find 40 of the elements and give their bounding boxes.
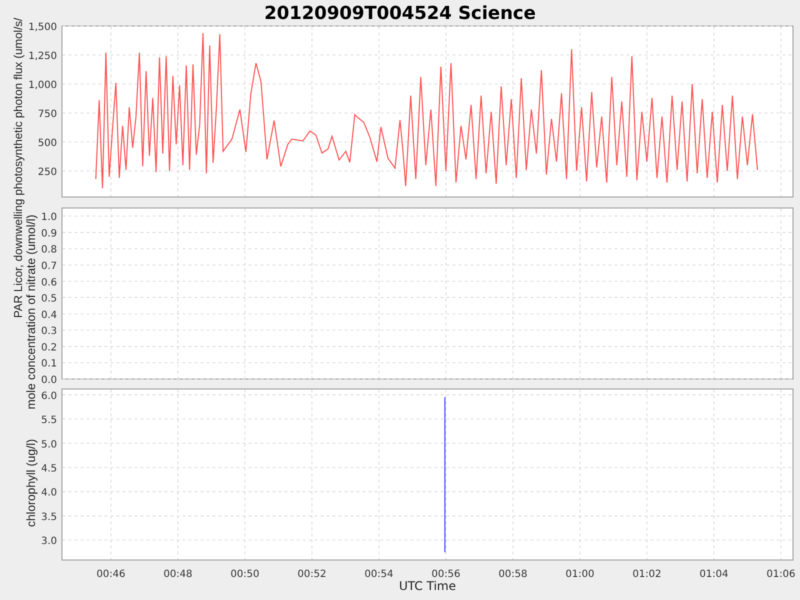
tick-label: 01:00 — [566, 569, 594, 580]
chart-title: 20120909T004524 Science — [264, 3, 536, 24]
tick-label: 00:54 — [364, 569, 394, 580]
axis-title: UTC Time — [399, 579, 456, 593]
tick-label: 0.9 — [41, 228, 57, 240]
tick-label: 6.0 — [41, 390, 57, 402]
tick-label: 5.0 — [41, 439, 57, 450]
tick-label: 4.0 — [41, 488, 57, 499]
tick-label: 0.0 — [41, 375, 57, 386]
tick-label: 01:06 — [766, 569, 796, 580]
tick-label: 500 — [38, 138, 57, 149]
tick-label: 01:04 — [700, 569, 728, 580]
tick-label: 1.0 — [41, 212, 57, 224]
tick-label: 0.5 — [41, 294, 57, 305]
tick-label: 250 — [38, 167, 57, 178]
tick-label: 1,250 — [28, 51, 57, 62]
tick-label: 0.8 — [41, 244, 57, 256]
axis-title: PAR Licor, downwelling photosynthetic photon flux (umol/s/ — [13, 18, 25, 318]
tick-label: 01:02 — [632, 569, 662, 580]
tick-label: 0.3 — [41, 326, 57, 338]
tick-label: 0.4 — [41, 310, 57, 321]
tick-label: 5.5 — [41, 415, 57, 426]
tick-label: 0.7 — [41, 261, 57, 272]
tick-label: 0.1 — [41, 358, 57, 370]
tick-label: 00:48 — [164, 569, 192, 580]
tick-label: 1,000 — [28, 80, 57, 91]
tick-label: 750 — [38, 109, 57, 120]
tick-label: 00:52 — [298, 569, 326, 580]
tick-label: 3.5 — [41, 512, 57, 523]
tick-label: 0.6 — [41, 277, 57, 288]
tick-label: 1,500 — [28, 22, 57, 33]
tick-label: 00:46 — [96, 569, 126, 580]
tick-label: 00:50 — [230, 569, 260, 580]
tick-label: 3.0 — [41, 536, 57, 548]
axis-title: chlorophyll (ug/l) — [24, 438, 38, 528]
axis-title: mole concentration of nitrate (umol/l) — [24, 214, 38, 410]
tick-label: 00:56 — [432, 569, 460, 580]
tick-label: 4.5 — [41, 463, 57, 474]
tick-label: 0.2 — [41, 342, 57, 354]
tick-label: 00:58 — [498, 569, 528, 580]
